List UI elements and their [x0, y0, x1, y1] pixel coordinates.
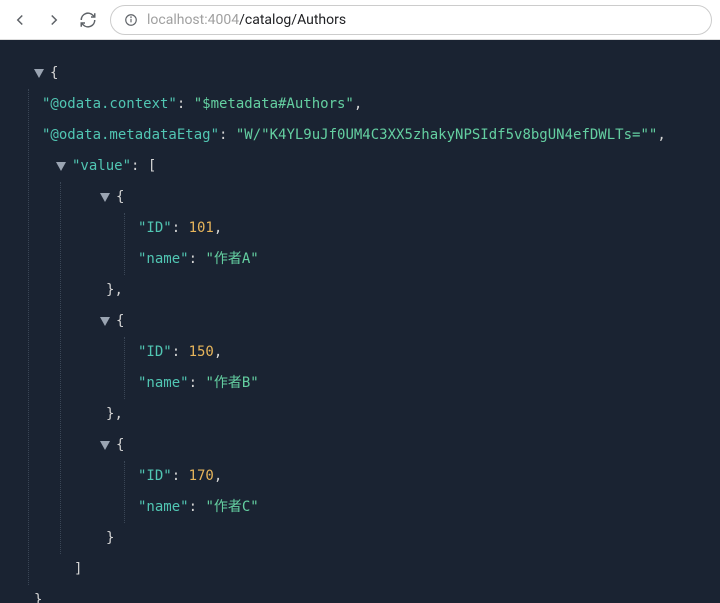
- json-property: "value": [: [10, 151, 710, 182]
- json-array-close: ]: [10, 554, 710, 585]
- json-object-open: {: [10, 182, 710, 213]
- json-key: "name": [138, 499, 189, 515]
- json-viewer[interactable]: { "@odata.context": "$metadata#Authors",…: [0, 40, 720, 603]
- json-root-close: }: [10, 585, 710, 603]
- collapse-toggle-icon[interactable]: [34, 69, 44, 78]
- json-root-open: {: [10, 58, 710, 89]
- json-string: "作者B": [205, 375, 258, 391]
- json-property: "ID": 101,: [10, 213, 710, 244]
- json-number: 150: [189, 344, 214, 360]
- json-key: "@odata.metadataEtag": [42, 127, 219, 143]
- json-key: "ID": [138, 344, 172, 360]
- json-key: "name": [138, 375, 189, 391]
- forward-button[interactable]: [42, 8, 66, 32]
- json-object-open: {: [10, 430, 710, 461]
- collapse-toggle-icon[interactable]: [100, 441, 110, 450]
- json-property: "name": "作者A": [10, 244, 710, 275]
- json-string: "W/"K4YL9uJf0UM4C3XX5zhakyNPSIdf5v8bgUN4…: [236, 127, 657, 143]
- json-property: "@odata.context": "$metadata#Authors",: [10, 89, 710, 120]
- json-string: "$metadata#Authors": [194, 96, 354, 112]
- json-property: "name": "作者B": [10, 368, 710, 399]
- json-key: "@odata.context": [42, 96, 177, 112]
- json-key: "value": [72, 158, 131, 174]
- collapse-toggle-icon[interactable]: [100, 193, 110, 202]
- json-key: "ID": [138, 468, 172, 484]
- reload-button[interactable]: [76, 8, 100, 32]
- json-object-open: {: [10, 306, 710, 337]
- json-property: "ID": 170,: [10, 461, 710, 492]
- collapse-toggle-icon[interactable]: [100, 317, 110, 326]
- json-string: "作者A": [205, 251, 258, 267]
- address-bar[interactable]: localhost:4004/catalog/Authors: [110, 5, 712, 35]
- json-property: "ID": 150,: [10, 337, 710, 368]
- json-key: "name": [138, 251, 189, 267]
- json-number: 170: [189, 468, 214, 484]
- collapse-toggle-icon[interactable]: [56, 162, 66, 171]
- json-key: "ID": [138, 220, 172, 236]
- url-text: localhost:4004/catalog/Authors: [147, 12, 346, 28]
- json-object-close: },: [10, 399, 710, 430]
- json-property: "name": "作者C": [10, 492, 710, 523]
- json-property: "@odata.metadataEtag": "W/"K4YL9uJf0UM4C…: [10, 120, 710, 151]
- browser-toolbar: localhost:4004/catalog/Authors: [0, 0, 720, 40]
- json-object-close: }: [10, 523, 710, 554]
- json-string: "作者C": [205, 499, 258, 515]
- site-info-icon[interactable]: [123, 12, 139, 28]
- back-button[interactable]: [8, 8, 32, 32]
- json-number: 101: [189, 220, 214, 236]
- json-object-close: },: [10, 275, 710, 306]
